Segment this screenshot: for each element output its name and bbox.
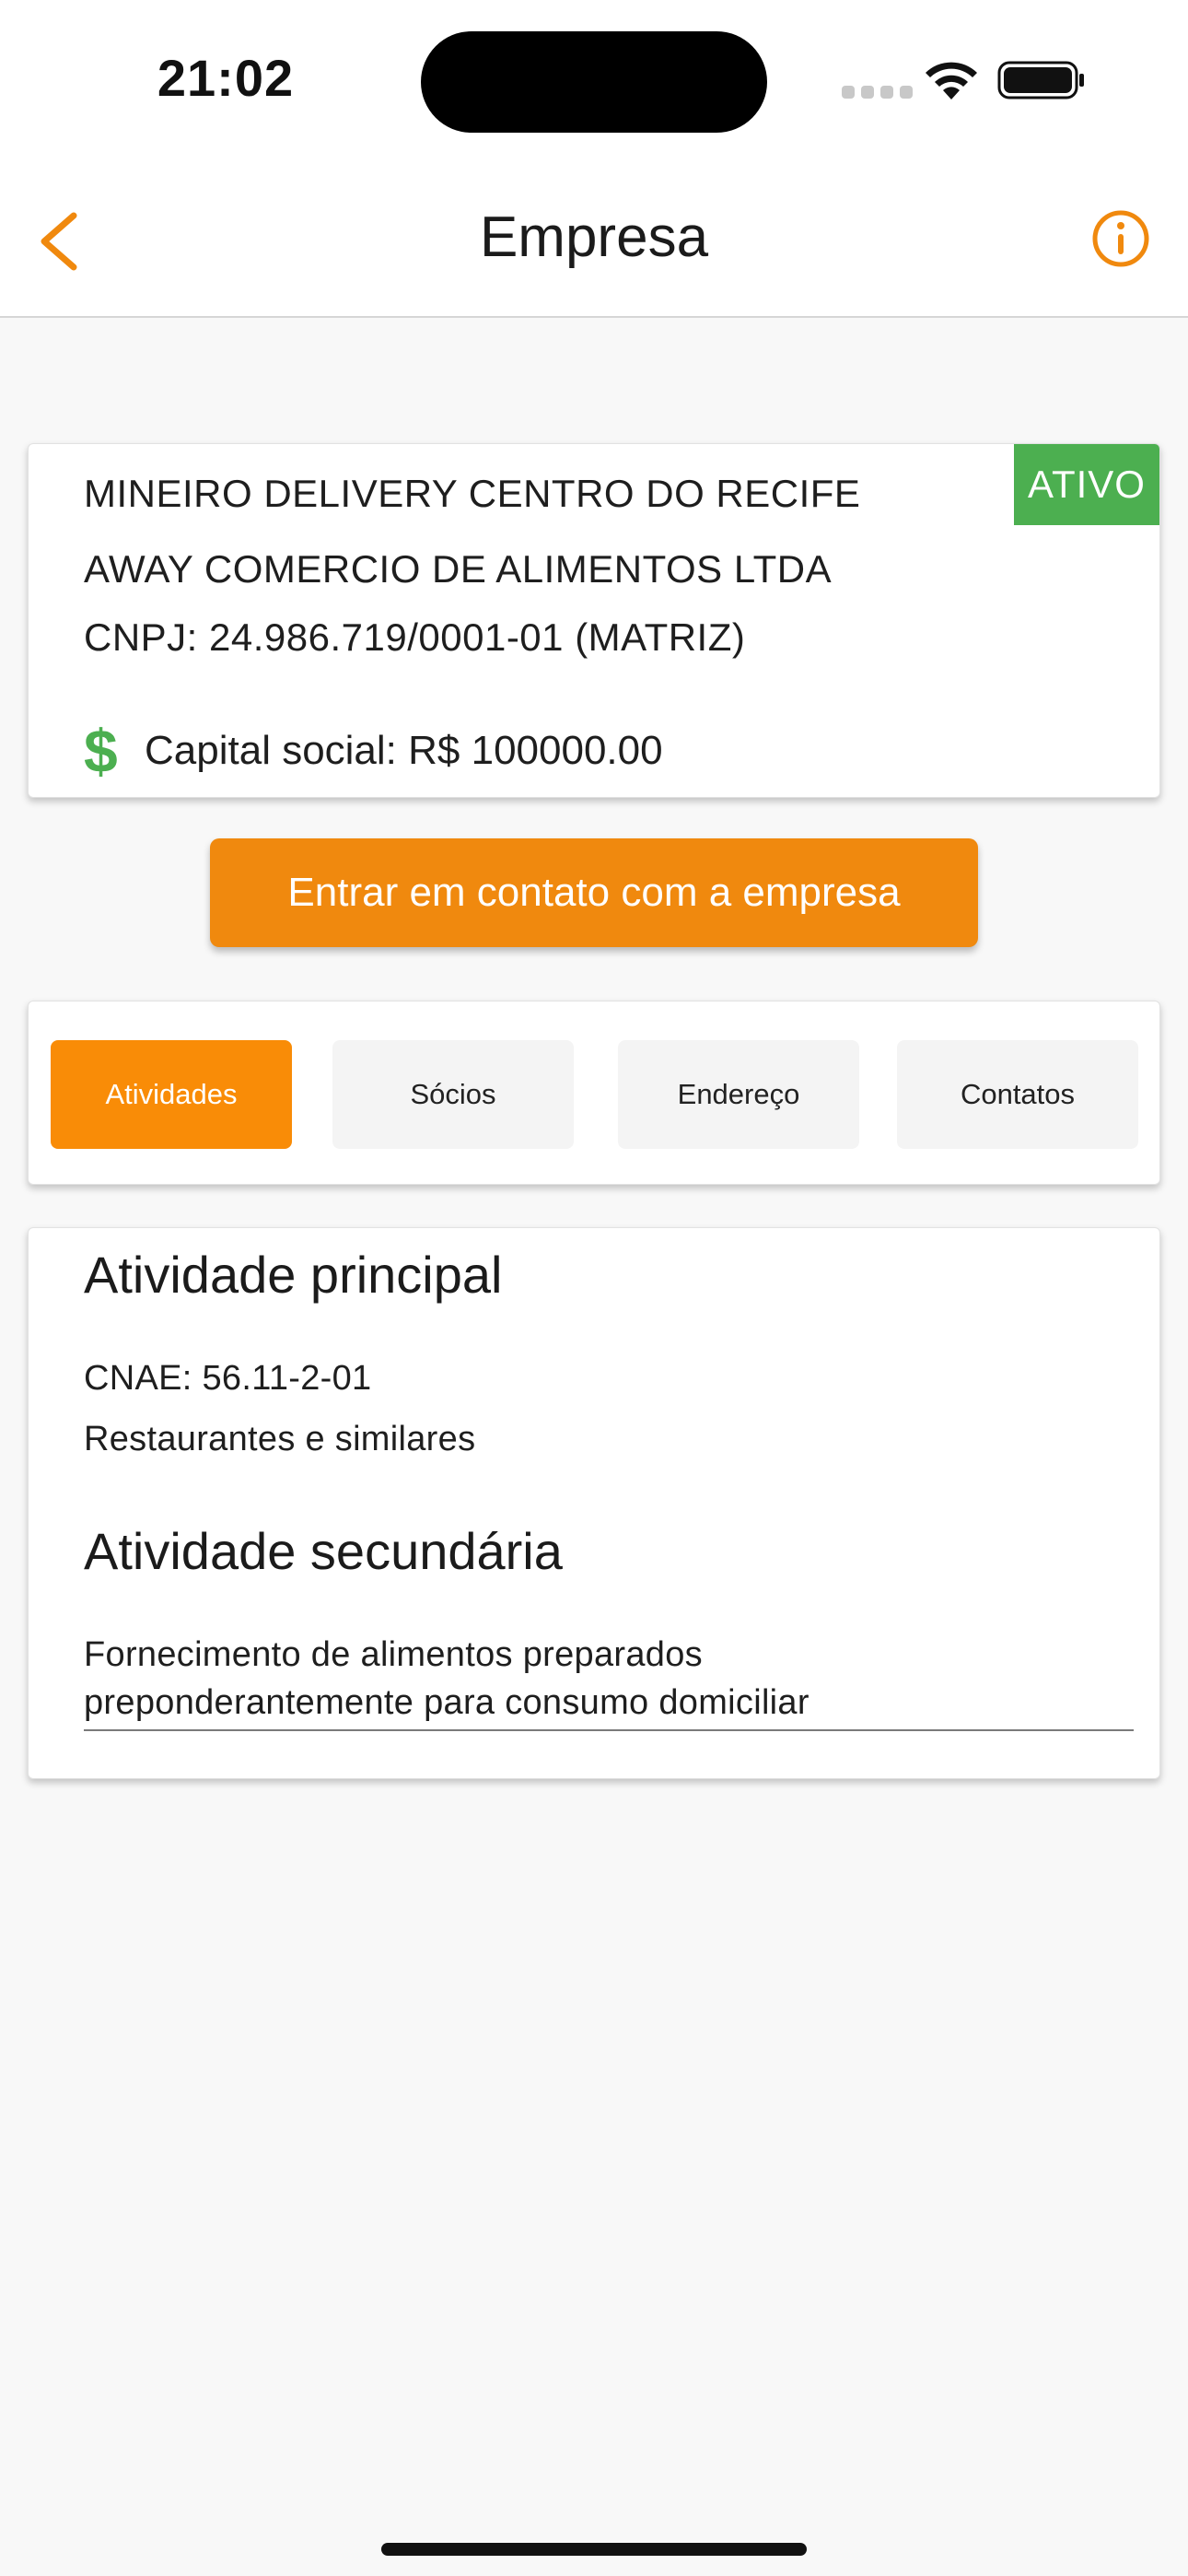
capital-row: $ Capital social: R$ 100000.00: [84, 720, 663, 781]
status-bar: 21:02: [0, 0, 1188, 166]
capital-social: Capital social: R$ 100000.00: [145, 728, 663, 773]
primary-activity-cnae: CNAE: 56.11-2-01: [84, 1359, 372, 1398]
page-title: Empresa: [479, 205, 709, 269]
tab-socios[interactable]: Sócios: [332, 1040, 574, 1149]
battery-icon: [997, 61, 1084, 100]
primary-activity-description: Restaurantes e similares: [84, 1420, 476, 1458]
activities-card: Atividade principal CNAE: 56.11-2-01 Res…: [28, 1227, 1160, 1779]
navigation-bar: Empresa: [0, 166, 1188, 318]
status-time: 21:02: [157, 49, 295, 107]
wifi-icon: [926, 62, 977, 100]
cellular-signal-icon: [842, 86, 913, 99]
divider: [84, 1729, 1134, 1731]
company-legal-name: AWAY COMERCIO DE ALIMENTOS LTDA: [84, 547, 833, 591]
dynamic-island: [421, 31, 767, 133]
company-card: ATIVO MINEIRO DELIVERY CENTRO DO RECIFE …: [28, 443, 1160, 798]
info-button[interactable]: [1090, 208, 1151, 269]
contact-company-button[interactable]: Entrar em contato com a empresa: [210, 838, 978, 947]
secondary-activity-line: Fornecimento de alimentos preparados: [84, 1635, 703, 1674]
home-indicator[interactable]: [381, 2543, 807, 2556]
tab-endereco[interactable]: Endereço: [618, 1040, 859, 1149]
info-icon: [1092, 210, 1149, 267]
secondary-activity-line: preponderantemente para consumo domicili…: [84, 1683, 809, 1722]
dollar-icon: $: [84, 717, 118, 785]
company-trade-name: MINEIRO DELIVERY CENTRO DO RECIFE: [84, 472, 861, 515]
tab-atividades[interactable]: Atividades: [51, 1040, 292, 1149]
primary-activity-heading: Atividade principal: [84, 1246, 503, 1304]
secondary-activity-heading: Atividade secundária: [84, 1522, 563, 1580]
company-cnpj: CNPJ: 24.986.719/0001-01 (MATRIZ): [84, 615, 746, 659]
tab-bar: Atividades Sócios Endereço Contatos: [28, 1001, 1160, 1185]
tab-contatos[interactable]: Contatos: [897, 1040, 1138, 1149]
status-badge: ATIVO: [1014, 444, 1159, 525]
